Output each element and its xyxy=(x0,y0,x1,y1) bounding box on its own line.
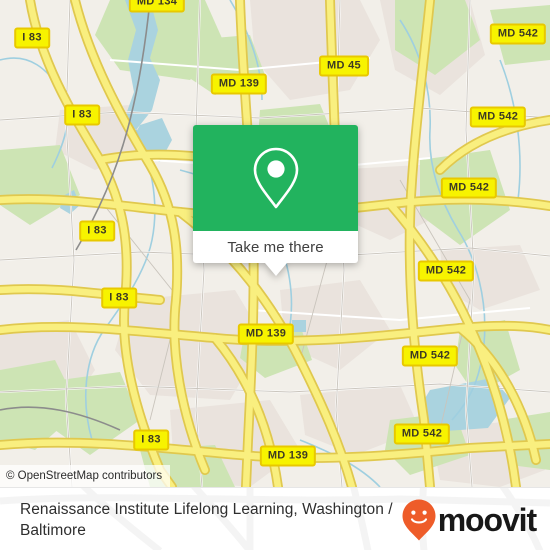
road-shield-label: MD 542 xyxy=(393,423,451,445)
moovit-place-map-card: I 83 MD 134 MD 139 MD 45 MD 542 MD 542 I 83 I 8… xyxy=(0,0,550,550)
place-callout-card[interactable]: Take me there xyxy=(193,125,358,276)
footer-content: Renaissance Institute Lifelong Learning,… xyxy=(0,488,550,550)
footer-bar: Renaissance Institute Lifelong Learning,… xyxy=(0,487,550,550)
callout-icon-panel xyxy=(193,125,358,231)
take-me-there-button[interactable]: Take me there xyxy=(193,231,358,263)
moovit-wordmark: moovit xyxy=(437,501,537,538)
road-shield-label: I 83 xyxy=(133,429,169,451)
road-shield-label: MD 139 xyxy=(237,323,295,345)
map-pin-icon xyxy=(253,147,298,209)
road-shield-label: I 83 xyxy=(79,220,115,242)
moovit-smiley-pin-icon xyxy=(402,499,436,540)
place-title: Renaissance Institute Lifelong Learning,… xyxy=(20,500,393,539)
road-shield-label: MD 542 xyxy=(469,106,527,128)
road-shield-label: MD 45 xyxy=(319,55,369,77)
road-shield-label: MD 134 xyxy=(128,0,186,13)
road-shield-label: MD 542 xyxy=(417,260,475,282)
road-shield-label: I 83 xyxy=(101,287,137,309)
callout-pointer-tail xyxy=(264,263,287,276)
road-shield-label: MD 139 xyxy=(210,73,268,95)
moovit-brand[interactable]: moovit xyxy=(401,498,537,542)
callout-body: Take me there xyxy=(193,125,358,276)
road-shield-label: I 83 xyxy=(14,27,50,49)
road-shield-label: I 83 xyxy=(64,104,100,126)
take-me-there-label: Take me there xyxy=(227,238,324,256)
road-shield-label: MD 542 xyxy=(401,345,459,367)
osm-attribution[interactable]: © OpenStreetMap contributors xyxy=(0,465,171,487)
road-shield-label: MD 139 xyxy=(259,445,317,467)
road-shield-label: MD 542 xyxy=(489,23,547,45)
road-shield-label: MD 542 xyxy=(440,177,498,199)
